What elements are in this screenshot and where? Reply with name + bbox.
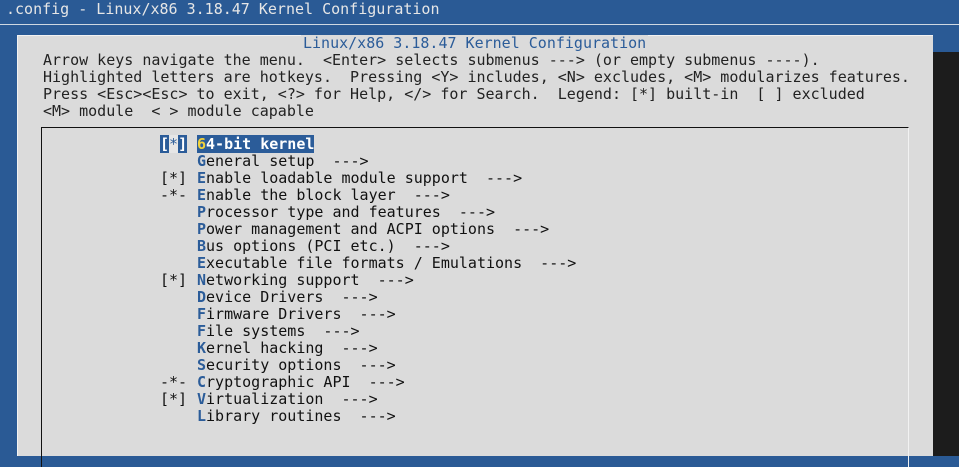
menu-item-state: [*] <box>160 169 188 187</box>
submenu-arrow: ---> <box>314 152 369 170</box>
menu-item-label: Processor type and features ---> <box>197 203 496 221</box>
menu-item-hotkey: N <box>197 271 207 289</box>
menu-item-hotkey: K <box>197 339 207 357</box>
menu-item-hotkey: E <box>197 186 207 204</box>
submenu-arrow: ---> <box>323 390 378 408</box>
dialog-shadow <box>932 52 959 456</box>
menu-item[interactable]: General setup ---> <box>42 153 908 170</box>
submenu-arrow: ---> <box>440 203 496 221</box>
help-line-2: Highlighted letters are hotkeys. Pressin… <box>43 68 910 86</box>
menu-item-hotkey: 6 <box>197 135 207 153</box>
menu-item-label: Enable loadable module support ---> <box>197 169 523 187</box>
window-title: .config - Linux/x86 3.18.47 Kernel Confi… <box>6 0 440 18</box>
menu-item-label: Virtualization ---> <box>197 390 378 408</box>
dialog-title: Linux/x86 3.18.47 Kernel Configuration <box>301 34 649 52</box>
menu-item-state: -*- <box>160 373 188 391</box>
menu-item-label: Security options ---> <box>197 356 396 374</box>
kernel-config-dialog: Linux/x86 3.18.47 Kernel Configuration A… <box>17 34 933 467</box>
submenu-arrow: ---> <box>395 237 450 255</box>
menu-item-hotkey: F <box>197 322 207 340</box>
menu-item-hotkey: P <box>197 220 207 238</box>
submenu-arrow: ---> <box>341 407 396 425</box>
menu-item-hotkey: G <box>197 152 207 170</box>
menu-item-state: -*- <box>160 186 188 204</box>
menu-item[interactable]: -*- Cryptographic API ---> <box>42 374 908 391</box>
title-separator <box>0 24 959 25</box>
menu-item[interactable]: Security options ---> <box>42 357 908 374</box>
menu-item-hotkey: E <box>197 169 207 187</box>
submenu-arrow: ---> <box>350 373 405 391</box>
submenu-arrow: ---> <box>522 254 577 272</box>
menu-item[interactable]: [*] Enable loadable module support ---> <box>42 170 908 187</box>
menu-item-label: Power management and ACPI options ---> <box>197 220 550 238</box>
menu-list: [*] 64-bit kernel General setup ---> [*] Ena… <box>41 127 909 467</box>
submenu-arrow: ---> <box>467 169 523 187</box>
menu-item[interactable]: [*] Virtualization ---> <box>42 391 908 408</box>
submenu-arrow: ---> <box>323 288 378 306</box>
menu-item[interactable]: Executable file formats / Emulations ---… <box>42 255 908 272</box>
submenu-arrow: ---> <box>359 271 414 289</box>
menu-item-hotkey: L <box>197 407 207 425</box>
menu-item-hotkey: V <box>197 390 207 408</box>
menu-item-label: Networking support ---> <box>197 271 414 289</box>
submenu-arrow: ---> <box>495 220 550 238</box>
menu-item[interactable]: -*- Enable the block layer ---> <box>42 187 908 204</box>
submenu-arrow: ---> <box>341 356 396 374</box>
menu-item[interactable]: File systems ---> <box>42 323 908 340</box>
help-line-1: Arrow keys navigate the menu. <Enter> se… <box>43 51 820 69</box>
menu-item[interactable]: Processor type and features ---> <box>42 204 908 221</box>
menu-item-state: [*] <box>160 271 188 289</box>
menu-item-label: General setup ---> <box>197 152 369 170</box>
submenu-arrow: ---> <box>305 322 360 340</box>
menu-item-label: Firmware Drivers ---> <box>197 305 396 323</box>
menu-item-hotkey: E <box>197 254 207 272</box>
menu-item-label: Kernel hacking ---> <box>197 339 378 357</box>
submenu-arrow: ---> <box>323 339 378 357</box>
menu-item-hotkey: D <box>197 288 207 306</box>
menu-item-label: Enable the block layer ---> <box>197 186 450 204</box>
menu-item[interactable]: Power management and ACPI options ---> <box>42 221 908 238</box>
menu-item-label: Library routines ---> <box>197 407 396 425</box>
menu-item[interactable]: [*] 64-bit kernel <box>42 135 908 153</box>
help-line-4: <M> module < > module capable <box>43 102 314 120</box>
menu-item-hotkey: C <box>197 373 207 391</box>
menu-item[interactable]: Kernel hacking ---> <box>42 340 908 357</box>
help-line-3: Press <Esc><Esc> to exit, <?> for Help, … <box>43 85 865 103</box>
menu-item-label: 64-bit kernel <box>197 135 315 153</box>
menu-item-label: Bus options (PCI etc.) ---> <box>197 237 450 255</box>
menu-item-label: File systems ---> <box>197 322 360 340</box>
menu-item-label: Device Drivers ---> <box>197 288 378 306</box>
menu-item-hotkey: P <box>197 203 207 221</box>
menu-item[interactable]: Bus options (PCI etc.) ---> <box>42 238 908 255</box>
menu-item-state: [*] <box>160 390 188 408</box>
menu-item-hotkey: B <box>197 237 207 255</box>
menu-item[interactable]: [*] Networking support ---> <box>42 272 908 289</box>
menu-item-hotkey: S <box>197 356 207 374</box>
menu-item-label: Cryptographic API ---> <box>197 373 405 391</box>
menu-item[interactable]: Device Drivers ---> <box>42 289 908 306</box>
menu-item-label: Executable file formats / Emulations ---… <box>197 254 577 272</box>
menu-item-hotkey: F <box>197 305 207 323</box>
submenu-arrow: ---> <box>341 305 396 323</box>
submenu-arrow: ---> <box>395 186 450 204</box>
menu-item[interactable]: Firmware Drivers ---> <box>42 306 908 323</box>
menu-item-state: [*] <box>160 135 188 153</box>
menu-item[interactable]: Library routines ---> <box>42 408 908 425</box>
